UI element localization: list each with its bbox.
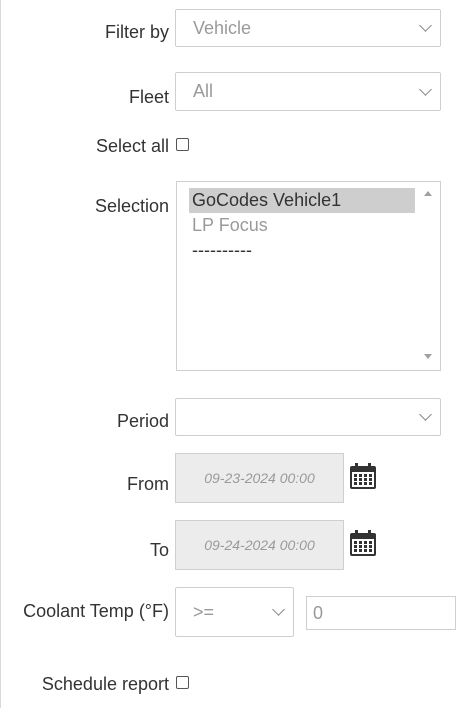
coolant-temp-input[interactable]: 0 [306, 596, 456, 630]
period-label: Period [116, 411, 169, 431]
selection-label: Selection [94, 196, 169, 216]
scroll-down-arrow-icon[interactable] [424, 354, 432, 359]
list-item[interactable]: ---------- [189, 238, 415, 263]
chevron-down-icon [419, 408, 432, 421]
filter-by-select[interactable]: Vehicle [175, 9, 441, 47]
calendar-icon[interactable] [349, 463, 377, 490]
chevron-down-icon [419, 82, 432, 96]
coolant-operator-select[interactable]: >= [175, 587, 294, 637]
coolant-temp-label: Coolant Temp (°F) [23, 601, 169, 621]
left-border [0, 0, 1, 708]
list-item[interactable]: LP Focus [189, 213, 415, 238]
select-all-checkbox[interactable] [176, 138, 189, 151]
schedule-report-label: Schedule report [41, 674, 169, 694]
coolant-operator-value: >= [193, 601, 215, 622]
period-select[interactable] [175, 398, 441, 436]
fleet-label: Fleet [128, 87, 169, 107]
select-all-label: Select all [95, 136, 169, 156]
scroll-up-arrow-icon[interactable] [424, 191, 432, 196]
list-item[interactable]: GoCodes Vehicle1 [189, 188, 415, 213]
to-label: To [149, 540, 169, 560]
fleet-select[interactable]: All [175, 72, 441, 111]
selection-listbox[interactable]: GoCodes Vehicle1 LP Focus ---------- [176, 181, 441, 371]
chevron-down-icon [272, 603, 285, 616]
to-date-input[interactable]: 09-24-2024 00:00 [175, 520, 344, 570]
schedule-report-checkbox[interactable] [176, 676, 189, 689]
from-date-input[interactable]: 09-23-2024 00:00 [175, 453, 344, 503]
calendar-icon[interactable] [349, 530, 377, 557]
filter-by-value: Vehicle [193, 17, 252, 38]
from-label: From [127, 474, 169, 494]
fleet-value: All [193, 81, 214, 101]
chevron-down-icon [419, 19, 432, 32]
filter-by-label: Filter by [104, 22, 169, 42]
